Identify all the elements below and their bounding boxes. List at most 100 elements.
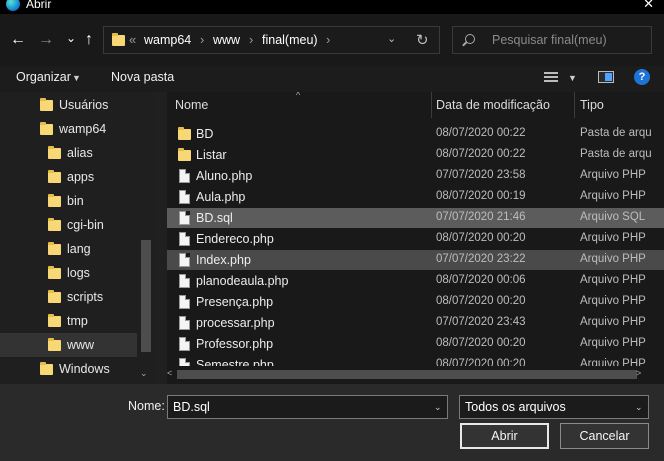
- sidebar-item-tmp[interactable]: tmp: [0, 309, 137, 333]
- file-row[interactable]: BD 08/07/2020 00:22 Pasta de arqu: [167, 124, 664, 144]
- sidebar-item-usuarios[interactable]: Usuários: [0, 93, 137, 117]
- file-name-input[interactable]: BD.sql ⌄: [167, 395, 448, 419]
- file-row[interactable]: Presença.php 08/07/2020 00:20 Arquivo PH…: [167, 292, 664, 312]
- sidebar-item-apps[interactable]: apps: [0, 165, 137, 189]
- help-icon[interactable]: ?: [634, 69, 650, 85]
- address-bar[interactable]: « wamp64 › www › final(meu) › ⌄ ↻: [103, 26, 440, 54]
- file-row[interactable]: Aluno.php 07/07/2020 23:58 Arquivo PHP: [167, 166, 664, 186]
- file-row-hovered[interactable]: Index.php 07/07/2020 23:22 Arquivo PHP: [167, 250, 664, 270]
- folder-icon: [40, 362, 53, 375]
- sidebar-item-label: tmp: [67, 314, 88, 328]
- horizontal-scroll-thumb[interactable]: [177, 370, 637, 379]
- sidebar-item-logs[interactable]: logs: [0, 261, 137, 285]
- file-type: Arquivo PHP: [580, 190, 646, 202]
- breadcrumb-separator[interactable]: ›: [326, 32, 330, 47]
- file-row[interactable]: planodeaula.php 08/07/2020 00:06 Arquivo…: [167, 271, 664, 291]
- preview-pane-icon[interactable]: [598, 71, 614, 83]
- file-name: Presença.php: [196, 295, 274, 309]
- file-row-selected[interactable]: BD.sql 07/07/2020 21:46 Arquivo SQL: [167, 208, 664, 228]
- sidebar-item-bin[interactable]: bin: [0, 189, 137, 213]
- sidebar-item-label: cgi-bin: [67, 218, 104, 232]
- organize-dropdown-icon[interactable]: ▼: [72, 73, 81, 83]
- sidebar-item-label: alias: [67, 146, 93, 160]
- command-bar: Organizar ▼ Nova pasta ▼ ?: [0, 66, 664, 92]
- search-icon: [465, 34, 475, 44]
- column-header-name[interactable]: Nome: [175, 92, 208, 118]
- sidebar-item-label: Usuários: [59, 98, 109, 112]
- view-dropdown-icon[interactable]: ▼: [568, 73, 577, 83]
- sidebar-item-lang[interactable]: lang: [0, 237, 137, 261]
- folder-icon: [178, 148, 191, 161]
- sidebar-item-cgi-bin[interactable]: cgi-bin: [0, 213, 137, 237]
- sidebar-item-scripts[interactable]: scripts: [0, 285, 137, 309]
- refresh-icon[interactable]: ↻: [416, 31, 429, 49]
- folder-icon: [48, 266, 61, 279]
- file-icon: [179, 337, 190, 351]
- file-row[interactable]: Listar 08/07/2020 00:22 Pasta de arqu: [167, 145, 664, 165]
- breadcrumb-overflow[interactable]: «: [129, 32, 136, 47]
- folder-icon: [48, 170, 61, 183]
- scroll-right-icon[interactable]: >: [636, 368, 641, 378]
- edge-app-icon: [6, 0, 20, 11]
- title-bar: Abrir ✕: [0, 0, 664, 14]
- breadcrumb-wamp64[interactable]: wamp64: [144, 33, 191, 47]
- file-type: Arquivo SQL: [580, 211, 646, 223]
- file-name: Aluno.php: [196, 169, 253, 183]
- file-icon: [179, 295, 190, 309]
- organize-button[interactable]: Organizar: [16, 70, 71, 84]
- folder-icon: [48, 338, 61, 351]
- close-icon[interactable]: ✕: [643, 0, 654, 12]
- sidebar-item-alias[interactable]: alias: [0, 141, 137, 165]
- chevron-down-icon[interactable]: ⌄: [434, 402, 442, 413]
- sidebar-item-www[interactable]: www: [0, 333, 137, 357]
- file-date: 07/07/2020 23:43: [436, 316, 526, 328]
- file-name: Aula.php: [196, 190, 246, 204]
- horizontal-scrollbar[interactable]: < >: [167, 366, 664, 384]
- breadcrumb-www[interactable]: www: [213, 33, 240, 47]
- file-row[interactable]: processar.php 07/07/2020 23:43 Arquivo P…: [167, 313, 664, 333]
- folder-icon: [48, 146, 61, 159]
- sidebar-scroll-thumb[interactable]: [141, 240, 151, 352]
- folder-icon: [48, 194, 61, 207]
- file-type: Arquivo PHP: [580, 253, 646, 265]
- column-header-type[interactable]: Tipo: [580, 92, 604, 118]
- file-type: Pasta de arqu: [580, 127, 652, 139]
- file-icon: [179, 316, 190, 330]
- file-type-select[interactable]: Todos os arquivos ⌄: [459, 395, 649, 419]
- back-arrow-icon[interactable]: ←: [10, 32, 26, 48]
- folder-icon: [48, 290, 61, 303]
- file-row[interactable]: Aula.php 08/07/2020 00:19 Arquivo PHP: [167, 187, 664, 207]
- breadcrumb-final-meu[interactable]: final(meu): [262, 33, 318, 47]
- scroll-left-icon[interactable]: <: [167, 368, 172, 378]
- file-row[interactable]: Endereco.php 08/07/2020 00:20 Arquivo PH…: [167, 229, 664, 249]
- chevron-down-icon[interactable]: ⌄: [635, 402, 643, 413]
- sidebar-item-windows[interactable]: Windows: [0, 357, 137, 381]
- file-name: BD.sql: [196, 211, 233, 225]
- sidebar-item-wamp64[interactable]: wamp64: [0, 117, 137, 141]
- sidebar-item-label: lang: [67, 242, 91, 256]
- file-name: Endereco.php: [196, 232, 274, 246]
- forward-arrow-icon[interactable]: →: [38, 32, 54, 48]
- address-dropdown-chevron-icon[interactable]: ⌄: [387, 32, 396, 45]
- view-options-icon[interactable]: [544, 72, 558, 83]
- file-icon: [179, 253, 190, 267]
- file-type: Arquivo PHP: [580, 337, 646, 349]
- up-arrow-icon[interactable]: ↑: [85, 32, 93, 48]
- breadcrumb-separator[interactable]: ›: [249, 32, 253, 47]
- file-row[interactable]: Professor.php 08/07/2020 00:20 Arquivo P…: [167, 334, 664, 354]
- sidebar-item-label: wamp64: [59, 122, 107, 136]
- cancel-button[interactable]: Cancelar: [560, 423, 649, 449]
- open-button[interactable]: Abrir: [460, 423, 549, 449]
- file-name: Index.php: [196, 253, 251, 267]
- scroll-down-icon[interactable]: ⌄: [140, 368, 148, 379]
- file-type: Arquivo PHP: [580, 295, 646, 307]
- file-type: Arquivo PHP: [580, 232, 646, 244]
- new-folder-button[interactable]: Nova pasta: [111, 70, 174, 84]
- column-divider[interactable]: [431, 92, 432, 118]
- column-divider[interactable]: [574, 92, 575, 118]
- recent-locations-chevron-icon[interactable]: ⌄: [66, 30, 76, 46]
- file-name-value: BD.sql: [173, 400, 210, 414]
- breadcrumb-separator[interactable]: ›: [200, 32, 204, 47]
- column-header-date[interactable]: Data de modificação: [436, 92, 550, 118]
- search-box[interactable]: Pesquisar final(meu): [452, 26, 652, 54]
